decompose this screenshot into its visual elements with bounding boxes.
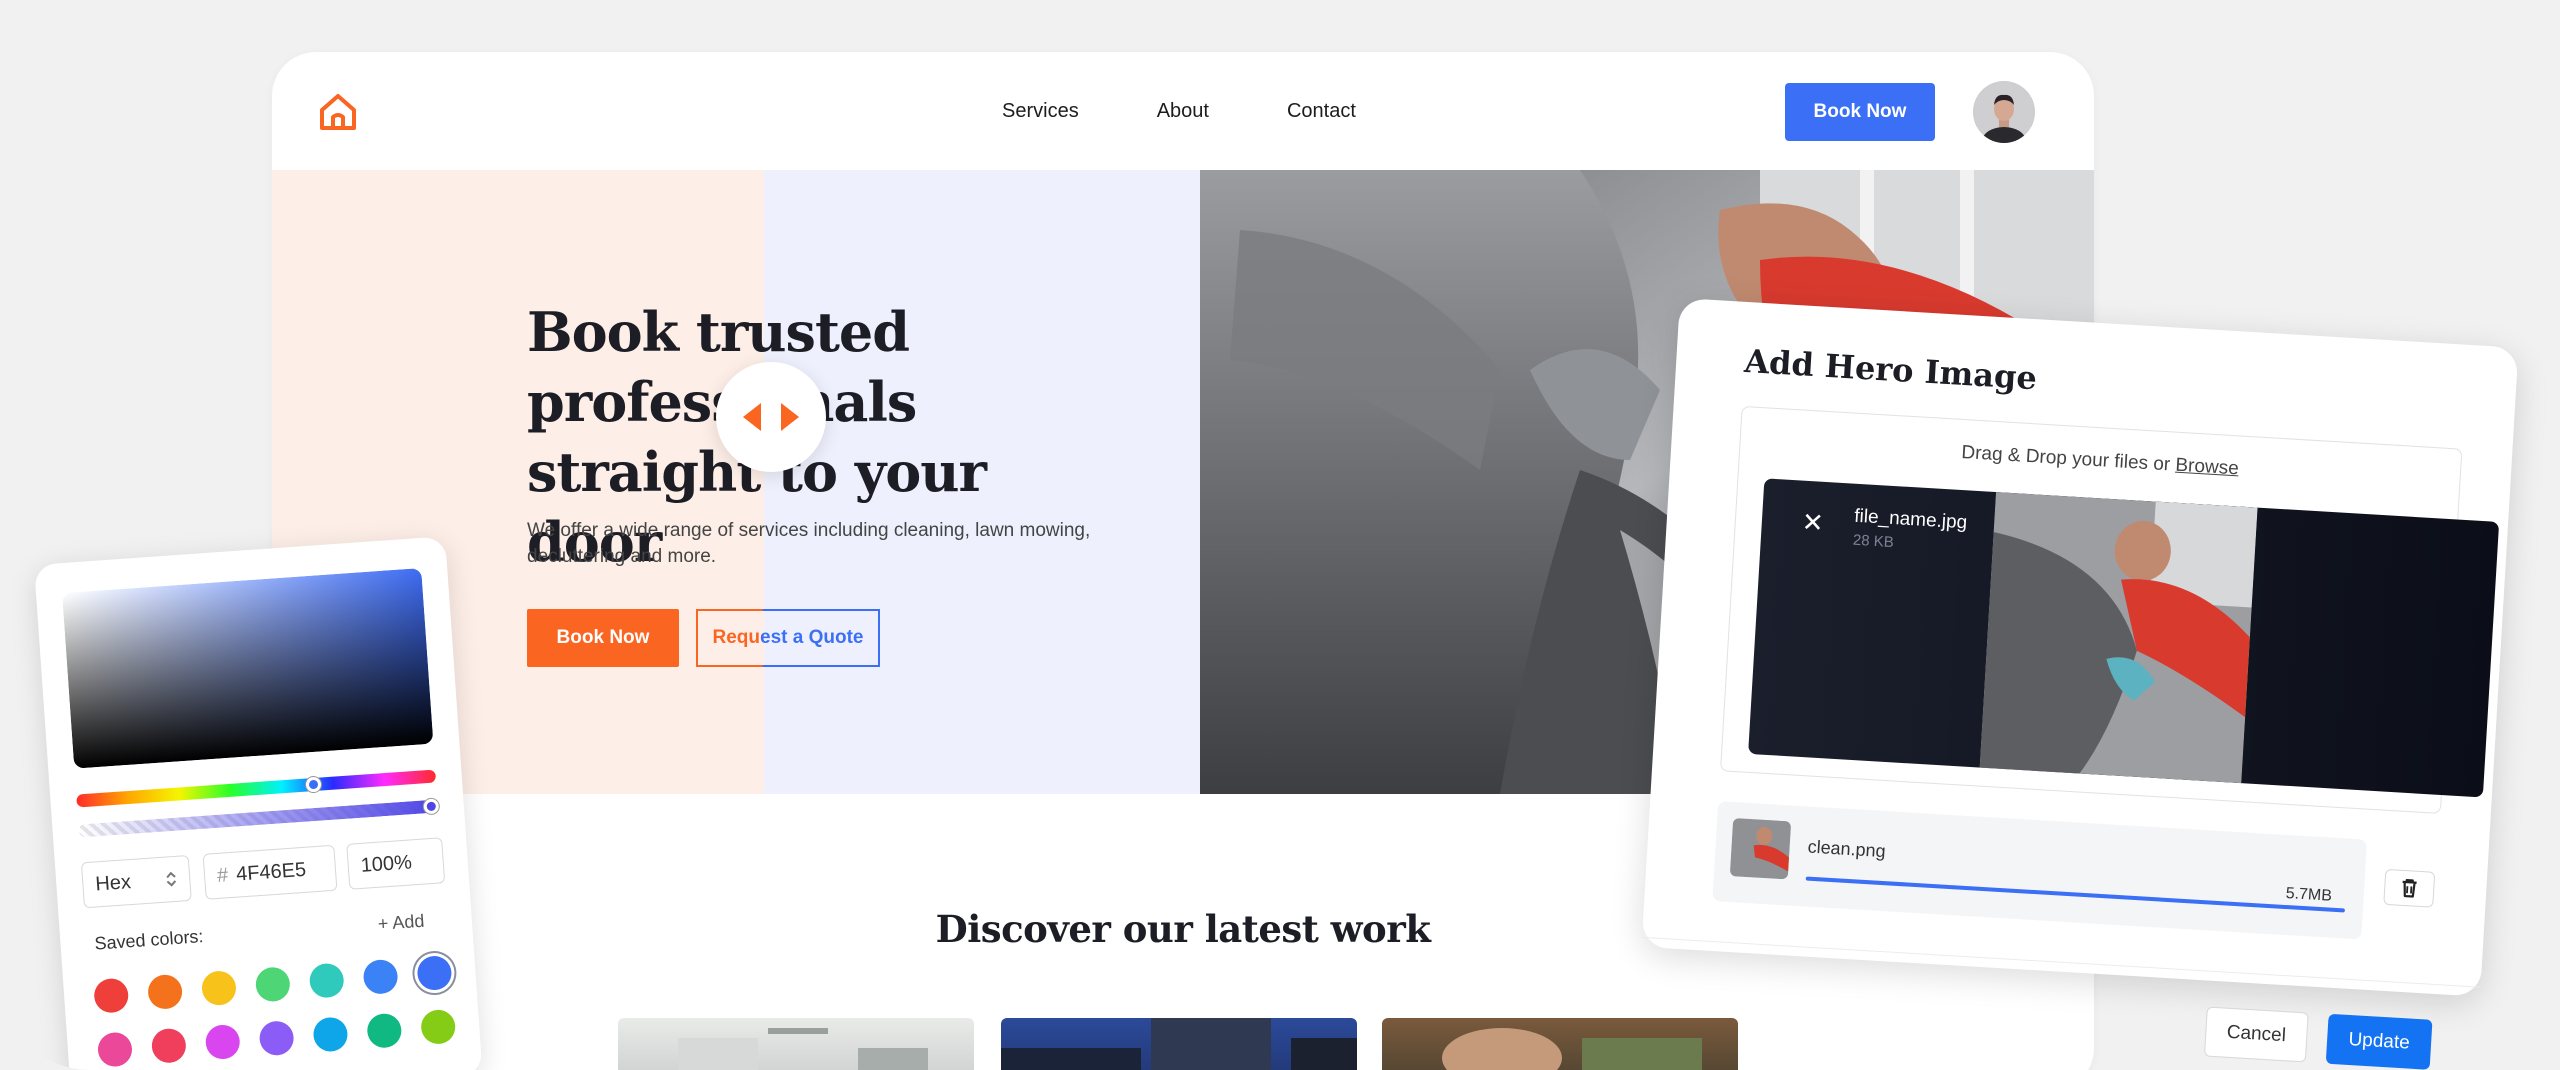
preview-file-size: 28 KB <box>1852 531 1895 552</box>
opacity-input[interactable]: 100% <box>346 837 446 890</box>
color-swatch[interactable] <box>146 973 184 1011</box>
color-swatch[interactable] <box>312 1016 349 1053</box>
compare-arrows-icon <box>743 403 799 431</box>
nav-book-now-button[interactable]: Book Now <box>1785 83 1935 141</box>
color-picker-panel: Hex # 4F46E5 100% Saved colors: + Add <box>34 536 483 1070</box>
color-swatch[interactable] <box>254 966 291 1003</box>
color-swatch[interactable] <box>93 977 130 1014</box>
upload-file-name: clean.png <box>1807 836 1887 862</box>
format-select[interactable]: Hex <box>80 854 192 909</box>
upload-thumbnail <box>1729 818 1792 880</box>
color-swatch[interactable] <box>362 958 399 995</box>
color-swatch[interactable] <box>420 1008 457 1046</box>
saved-colors-grid <box>34 536 457 1068</box>
format-select-value: Hex <box>94 870 132 895</box>
preview-photo <box>1979 492 2258 784</box>
top-nav: Services About Contact Book Now <box>272 52 2094 170</box>
nav-link-about[interactable]: About <box>1157 100 1209 123</box>
user-avatar-icon <box>1973 81 2035 143</box>
saved-colors-label: Saved colors: <box>93 926 205 954</box>
house-icon[interactable] <box>316 90 360 134</box>
add-color-link[interactable]: + Add <box>377 911 425 935</box>
color-swatch[interactable] <box>416 954 453 992</box>
nav-link-services[interactable]: Services <box>1002 100 1079 123</box>
upload-progress-bar <box>1805 876 2345 913</box>
close-icon[interactable]: ✕ <box>1801 507 1825 539</box>
chevron-updown-icon <box>166 871 177 887</box>
modal-title: Add Hero Image <box>1743 341 2038 398</box>
hex-input[interactable]: # 4F46E5 <box>202 844 338 900</box>
avatar[interactable] <box>1973 81 2035 143</box>
work-thumbnail[interactable] <box>1001 1018 1357 1070</box>
nav-link-contact[interactable]: Contact <box>1287 100 1356 123</box>
image-preview: ✕ file_name.jpg 28 KB <box>1748 478 2500 798</box>
cancel-button[interactable]: Cancel <box>2203 1006 2309 1063</box>
trash-icon <box>2402 879 2417 898</box>
hex-symbol: # <box>216 863 229 887</box>
hero-subtitle: We offer a wide range of services includ… <box>527 520 1091 567</box>
hex-value: 4F46E5 <box>235 858 307 886</box>
delete-upload-button[interactable] <box>2383 868 2436 908</box>
saturation-field[interactable] <box>62 568 434 769</box>
request-quote-label: Request a Quote <box>712 627 864 648</box>
color-swatch[interactable] <box>308 962 345 999</box>
request-quote-button[interactable]: Request a Quote <box>696 609 880 667</box>
color-swatch[interactable] <box>200 969 238 1007</box>
color-swatch[interactable] <box>366 1012 403 1049</box>
work-thumbnail[interactable] <box>618 1018 974 1070</box>
file-dropzone[interactable]: Drag & Drop your files or Browse ✕ file_… <box>1720 405 2500 815</box>
preview-file-name: file_name.jpg <box>1853 505 1968 534</box>
upload-progress-track <box>1805 876 2345 913</box>
hero-book-now-button[interactable]: Book Now <box>527 609 679 667</box>
dropzone-instruction: Drag & Drop your files or <box>1960 441 2171 476</box>
color-swatch[interactable] <box>150 1027 188 1064</box>
color-swatch[interactable] <box>96 1031 134 1068</box>
update-button[interactable]: Update <box>2325 1013 2433 1070</box>
hue-slider[interactable] <box>76 769 437 808</box>
color-swatch[interactable] <box>204 1023 241 1061</box>
work-thumbnail[interactable] <box>1382 1018 1738 1070</box>
upload-item: clean.png 5.7MB <box>1712 801 2368 940</box>
add-hero-image-modal: Add Hero Image Drag & Drop your files or… <box>1641 298 2519 1070</box>
opacity-value: 100% <box>359 850 413 877</box>
nav-links: Services About Contact <box>1002 100 1434 123</box>
compare-slider-handle[interactable] <box>716 362 826 472</box>
alpha-slider-thumb[interactable] <box>423 798 440 815</box>
browse-link[interactable]: Browse <box>2175 455 2239 480</box>
alpha-slider[interactable] <box>78 799 439 838</box>
upload-file-size: 5.7MB <box>2285 884 2333 905</box>
color-swatch[interactable] <box>258 1020 295 1057</box>
app-canvas: Services About Contact Book Now Book tru… <box>0 0 2560 1070</box>
